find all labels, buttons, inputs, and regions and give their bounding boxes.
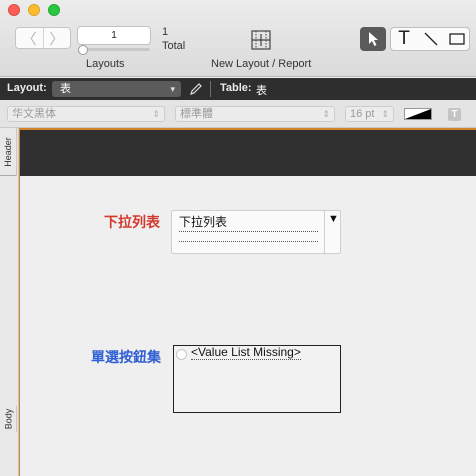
chevron-down-icon: ▾	[170, 84, 175, 94]
radio-button-set-field[interactable]: <Value List Missing>	[173, 345, 341, 413]
pointer-tool-button[interactable]	[360, 27, 386, 51]
next-record-button[interactable]: 〉	[42, 28, 71, 48]
layout-bar: Layout: 表 ▾ Table: 表	[0, 78, 476, 100]
header-part-label: Header	[3, 136, 13, 167]
record-navigation: 〈 〉	[15, 27, 71, 49]
dropdown-arrow-icon[interactable]: ▼	[328, 213, 339, 225]
rectangle-tool-icon	[449, 33, 465, 45]
window-toolbar: 〈 〉 1 Layouts 1 Total New Layout / Repor…	[0, 0, 476, 77]
text-tool-icon: T	[398, 28, 410, 49]
new-layout-icon[interactable]	[250, 29, 272, 51]
layout-select-value: 表	[60, 83, 71, 95]
line-tool-icon	[424, 32, 438, 46]
dropdown-separator	[324, 211, 325, 255]
dropdown-baseline	[179, 241, 318, 242]
minimize-window-button[interactable]	[28, 4, 40, 16]
text-color-swatch[interactable]	[404, 108, 432, 120]
font-size-select[interactable]: 16 pt ⇕	[345, 106, 394, 122]
format-bar: 华文黑体 ⇕ 標準體 ⇕ 16 pt ⇕ T	[0, 100, 476, 128]
chevron-updown-icon: ⇕	[152, 109, 160, 119]
font-style-value: 標準體	[180, 108, 213, 120]
body-part-label: Body	[3, 408, 14, 430]
radio-set-field-label[interactable]: 單選按鈕集	[91, 347, 161, 367]
rectangle-tool-button[interactable]	[444, 27, 470, 51]
text-tool-button[interactable]: T	[391, 27, 417, 51]
font-family-select[interactable]: 华文黑体 ⇕	[7, 106, 165, 122]
chevron-updown-icon: ⇕	[322, 109, 330, 119]
font-family-value: 华文黑体	[12, 108, 56, 120]
radio-button-icon	[176, 349, 187, 360]
body-part-border	[19, 176, 20, 476]
close-window-button[interactable]	[8, 4, 20, 16]
pointer-arrow-icon	[369, 32, 378, 46]
current-layout-number-field[interactable]: 1	[77, 26, 151, 45]
layouts-label: Layouts	[86, 58, 125, 70]
layout-slider-thumb[interactable]	[78, 45, 88, 55]
header-part-tab[interactable]: Header	[0, 128, 17, 176]
layout-canvas: Header Body 下拉列表 下拉列表 ▼ 單選按鈕集 <Value Lis…	[0, 128, 476, 476]
dropdown-field-value: 下拉列表	[179, 213, 318, 232]
layout-slider-track[interactable]	[80, 48, 150, 51]
dropdown-list-field[interactable]: 下拉列表 ▼	[171, 210, 341, 255]
total-count: 1	[162, 26, 169, 38]
layout-select[interactable]: 表 ▾	[52, 81, 181, 97]
total-label: Total	[162, 40, 186, 52]
chevron-updown-icon: ⇕	[381, 109, 389, 119]
part-label-strip: Header Body	[0, 128, 19, 476]
dropdown-field-label[interactable]: 下拉列表	[104, 212, 160, 232]
header-part[interactable]	[19, 128, 476, 176]
table-value: 表	[256, 85, 267, 97]
table-label: Table:	[220, 82, 252, 94]
layout-bar-divider	[210, 81, 211, 97]
layout-label: Layout:	[7, 82, 47, 94]
previous-record-button[interactable]: 〈	[16, 28, 43, 48]
text-format-icon[interactable]: T	[448, 108, 461, 121]
new-layout-report-label[interactable]: New Layout / Report	[211, 58, 311, 70]
line-tool-button[interactable]	[418, 27, 444, 51]
font-style-select[interactable]: 標準體 ⇕	[175, 106, 335, 122]
zoom-window-button[interactable]	[48, 4, 60, 16]
font-size-value: 16 pt	[350, 108, 375, 120]
radio-value-list-text: <Value List Missing>	[191, 345, 301, 360]
body-part-tab[interactable]: Body	[0, 406, 17, 432]
edit-layout-pencil-icon[interactable]	[188, 81, 202, 97]
